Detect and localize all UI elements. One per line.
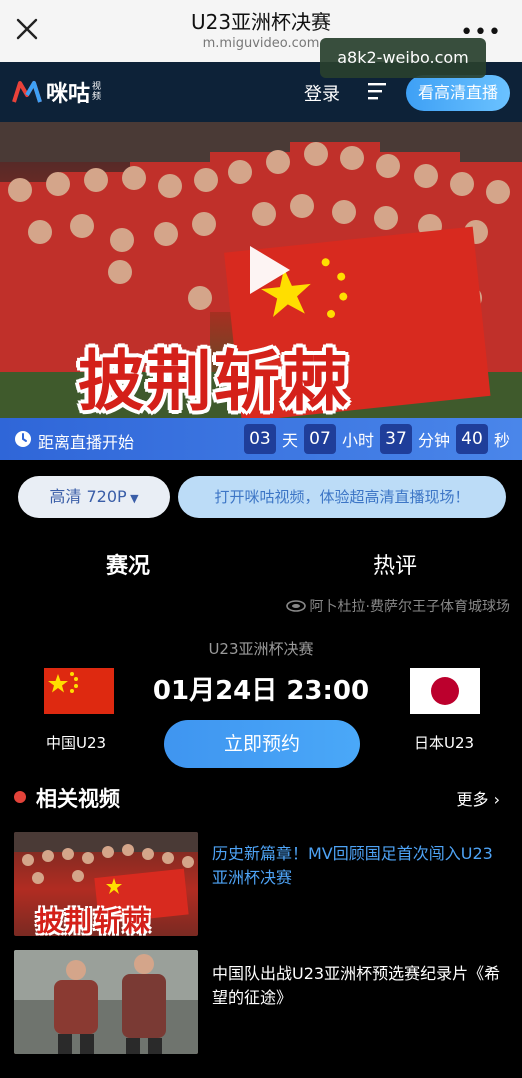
countdown-hours-unit: 小时 <box>341 431 374 450</box>
quality-selected-label: 高清 720P <box>49 487 127 506</box>
countdown-hours: 07 <box>303 424 336 454</box>
countdown-seconds-unit: 秒 <box>493 431 510 450</box>
venue-info: 阿卜杜拉·费萨尔王子体育城球场 <box>285 596 510 616</box>
chevron-down-icon: ▼ <box>126 492 139 505</box>
video-banner[interactable]: 披荆斩棘 <box>0 122 522 418</box>
logo-text: 咪咕 <box>46 82 91 107</box>
section-bullet-icon <box>14 791 26 803</box>
login-link[interactable]: 登录 <box>304 80 340 106</box>
play-icon[interactable] <box>236 240 296 300</box>
watch-hd-live-button[interactable]: 看高清直播 <box>406 75 510 111</box>
reserve-button[interactable]: 立即预约 <box>164 720 360 768</box>
video-thumbnail[interactable] <box>14 950 198 1054</box>
countdown-values: 03 天 07 小时 37 分钟 40 秒 <box>243 424 510 454</box>
venue-name: 阿卜杜拉·费萨尔王子体育城球场 <box>309 599 510 615</box>
japan-flag <box>410 668 480 714</box>
logo-subtext: 视频 <box>92 82 102 102</box>
open-app-promo-button[interactable]: 打开咪咕视频，体验超高清直播现场！ <box>178 476 506 518</box>
tab-match-status[interactable]: 赛况 <box>106 548 150 580</box>
more-videos-link[interactable]: 更多 › <box>457 786 501 810</box>
match-title: U23亚洲杯决赛 <box>208 640 314 658</box>
tab-hot-comments[interactable]: 热评 <box>373 548 417 580</box>
countdown-bar: 距离直播开始 03 天 07 小时 37 分钟 40 秒 <box>0 418 522 460</box>
countdown-days-unit: 天 <box>281 431 298 450</box>
countdown-days: 03 <box>243 424 276 454</box>
page: U23亚洲杯决赛 m.miguvideo.com ••• a8k2-weibo.… <box>0 0 522 1078</box>
video-thumbnail[interactable]: 披荆斩棘 <box>14 832 198 936</box>
clock-icon <box>15 431 31 447</box>
watermark: a8k2-weibo.com <box>320 38 486 78</box>
video-title[interactable]: 历史新篇章！MV回顾国足首次闯入U23亚洲杯决赛 <box>212 842 502 890</box>
stadium-icon <box>285 600 306 612</box>
related-video-item[interactable]: 中国队出战U23亚洲杯预选赛纪录片《希望的征途》 <box>14 950 508 1054</box>
related-videos-title: 相关视频 <box>36 787 120 811</box>
countdown-minutes: 37 <box>379 424 412 454</box>
page-title: U23亚洲杯决赛 <box>190 10 332 34</box>
home-team-name: 中国U23 <box>46 734 107 752</box>
related-video-item[interactable]: 披荆斩棘 历史新篇章！MV回顾国足首次闯入U23亚洲杯决赛 <box>14 832 508 936</box>
countdown-minutes-unit: 分钟 <box>417 431 450 450</box>
away-team-name: 日本U23 <box>414 734 475 752</box>
countdown-seconds: 40 <box>455 424 488 454</box>
quality-selector[interactable]: 高清 720P ▼ <box>18 476 170 518</box>
thumbnail-caption: 披荆斩棘 <box>36 907 152 936</box>
video-title[interactable]: 中国队出战U23亚洲杯预选赛纪录片《希望的征途》 <box>212 962 502 1010</box>
banner-caption: 披荆斩棘 <box>78 343 350 418</box>
migu-logo[interactable]: 咪咕 视频 <box>12 75 104 109</box>
migu-logo-icon <box>12 81 42 103</box>
menu-icon[interactable] <box>368 82 388 100</box>
countdown-label: 距离直播开始 <box>38 433 135 452</box>
